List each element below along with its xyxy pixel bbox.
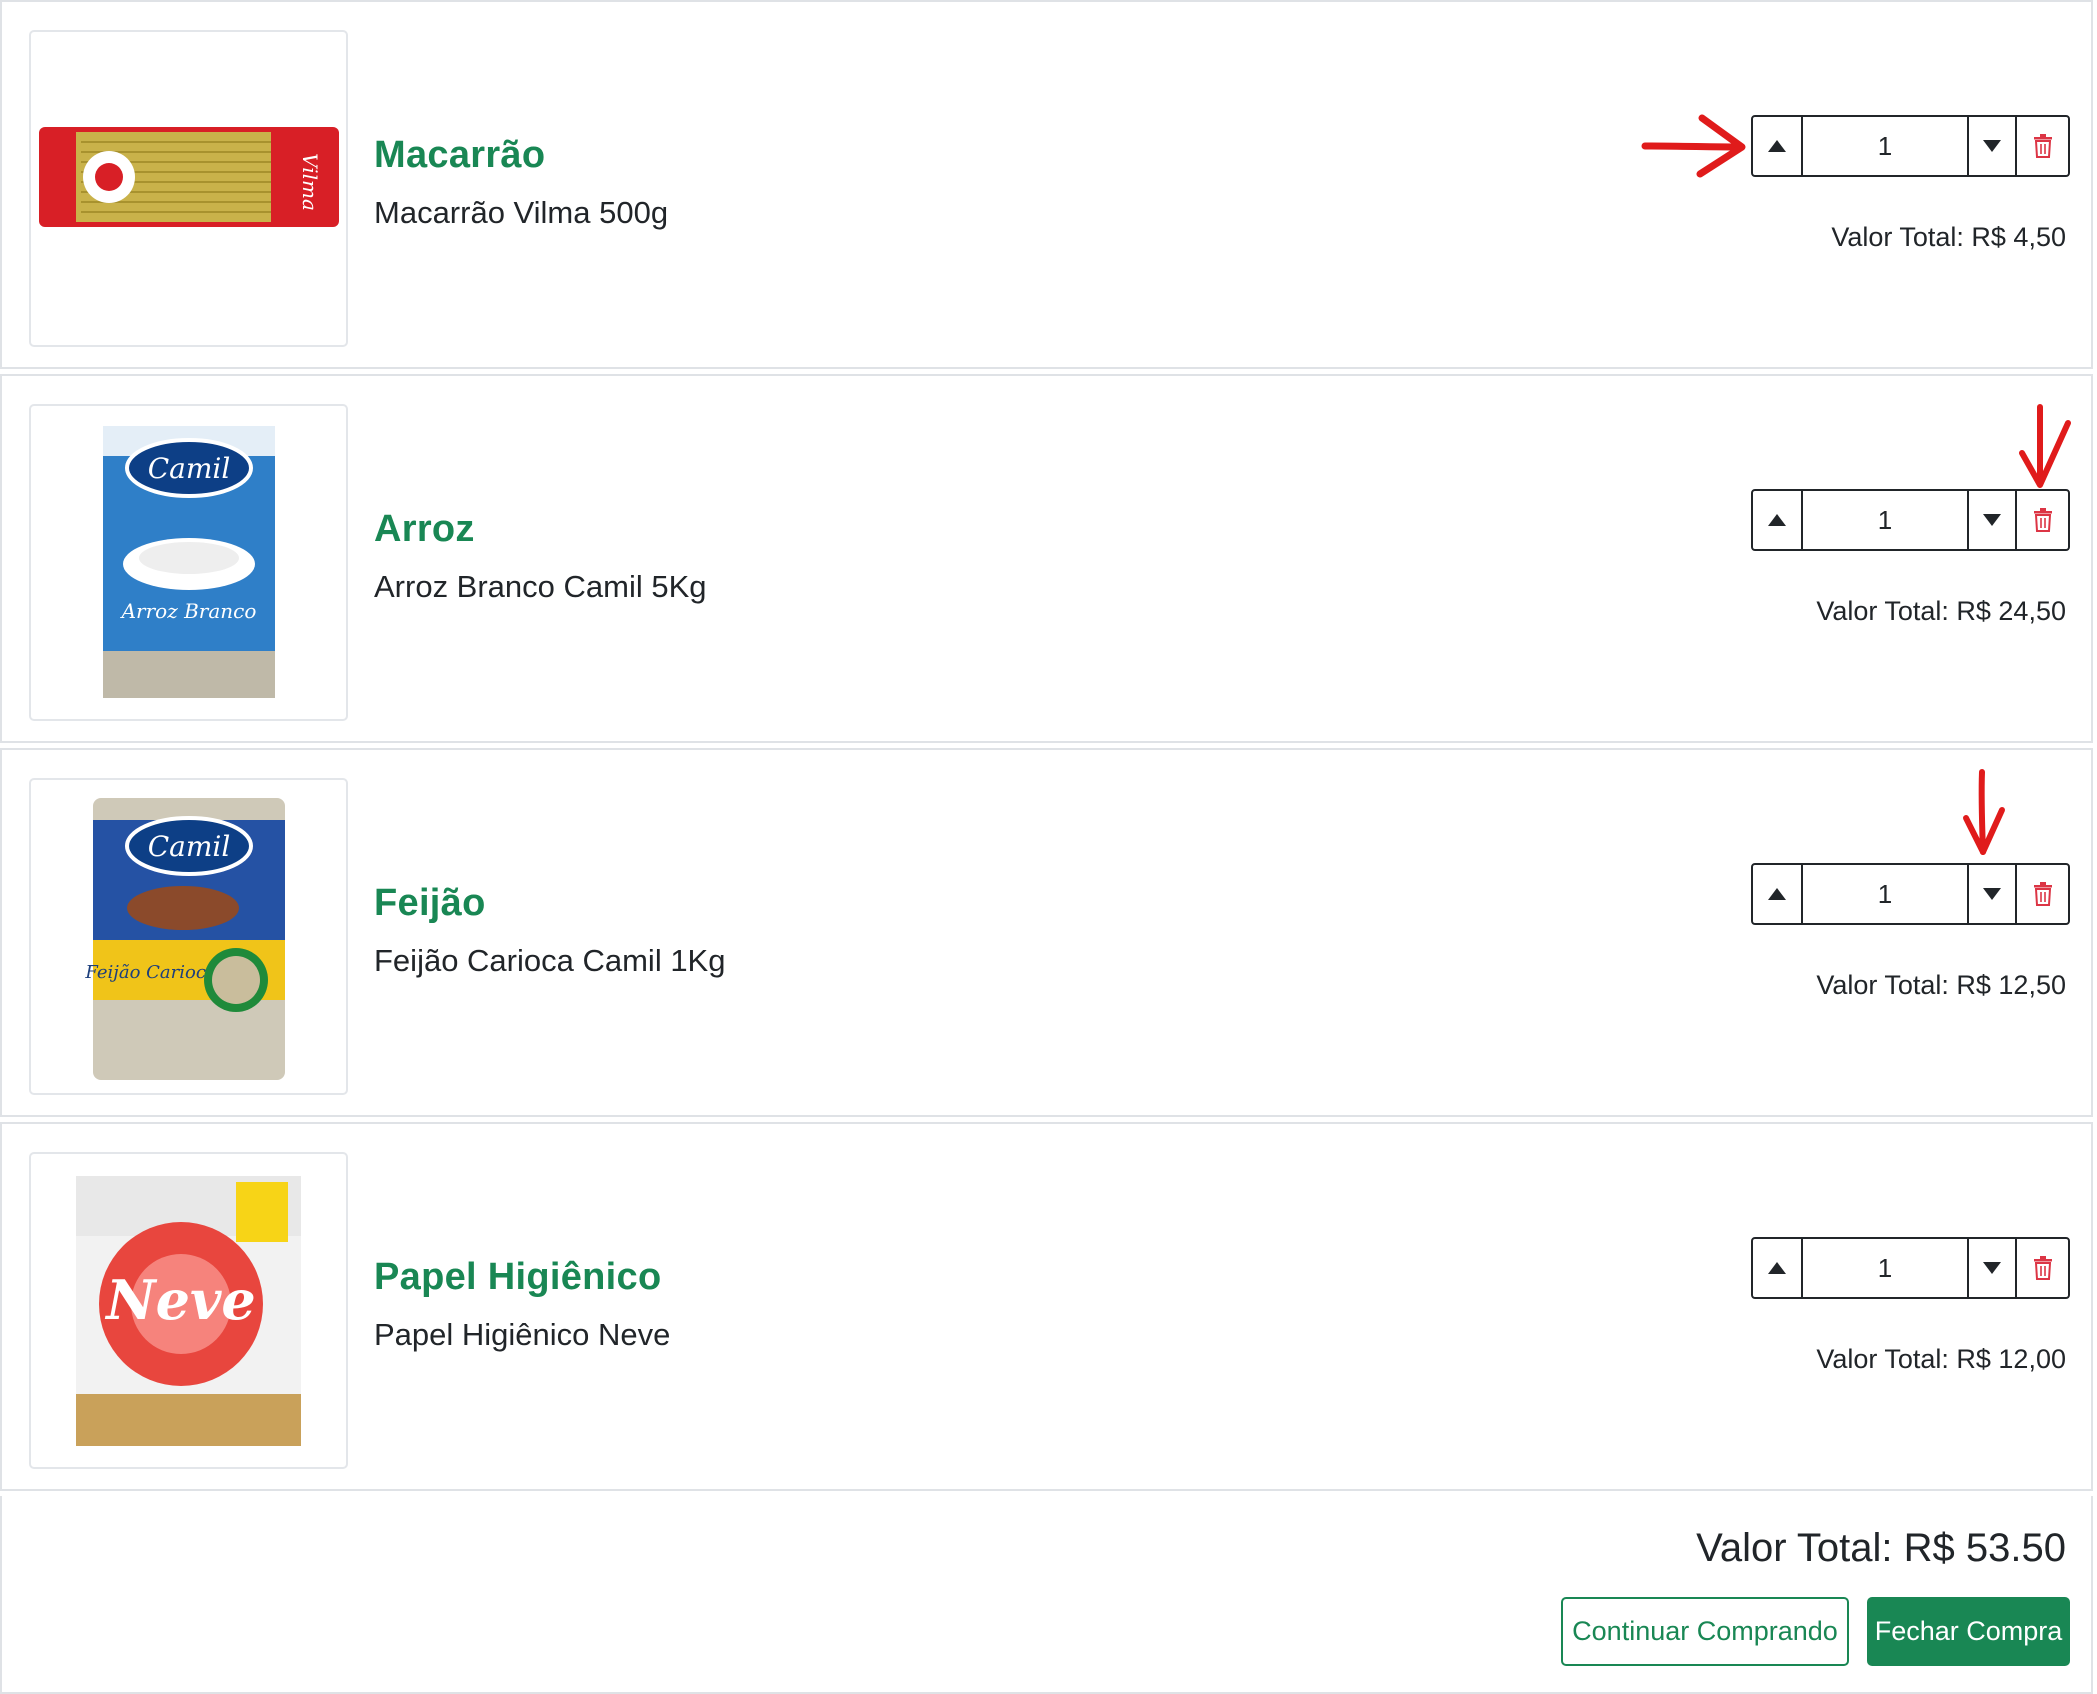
trash-icon	[2033, 1256, 2052, 1280]
product-description: Macarrão Vilma 500g	[374, 195, 669, 230]
product-image-macarrao: Vilma	[29, 30, 348, 347]
decrease-quantity-button[interactable]	[1967, 117, 2017, 175]
decrease-quantity-button[interactable]	[1967, 865, 2017, 923]
svg-text:Vilma: Vilma	[298, 153, 322, 211]
decrease-quantity-button[interactable]	[1967, 491, 2017, 549]
remove-item-button[interactable]	[2017, 117, 2068, 175]
cart-item-feijao: Camil Feijão Carioca Feijão Feijão Cario…	[0, 748, 2093, 1117]
product-title: Feijão	[374, 882, 486, 924]
remove-item-button[interactable]	[2017, 491, 2068, 549]
increase-quantity-button[interactable]	[1753, 491, 1803, 549]
remove-item-button[interactable]	[2017, 1239, 2068, 1297]
trash-icon	[2033, 508, 2052, 532]
caret-up-icon	[1768, 888, 1786, 900]
product-description: Arroz Branco Camil 5Kg	[374, 569, 707, 604]
checkout-button[interactable]: Fechar Compra	[1867, 1597, 2070, 1666]
caret-up-icon	[1768, 514, 1786, 526]
quantity-value[interactable]: 1	[1803, 1239, 1967, 1297]
svg-text:Feijão Carioca: Feijão Carioca	[84, 962, 216, 983]
shopping-cart: Vilma Macarrão Macarrão Vilma 500g 1 Val…	[0, 0, 2097, 1694]
product-image-arroz: Camil Arroz Branco	[29, 404, 348, 721]
trash-icon	[2033, 134, 2052, 158]
svg-text:Camil: Camil	[148, 452, 231, 485]
caret-up-icon	[1768, 140, 1786, 152]
caret-down-icon	[1983, 514, 2001, 526]
svg-text:Camil: Camil	[148, 830, 231, 863]
increase-quantity-button[interactable]	[1753, 1239, 1803, 1297]
quantity-stepper: 1	[1751, 863, 2070, 925]
svg-text:Arroz Branco: Arroz Branco	[120, 599, 257, 623]
trash-icon	[2033, 882, 2052, 906]
item-total: Valor Total: R$ 12,00	[1816, 1344, 2066, 1374]
quantity-stepper: 1	[1751, 489, 2070, 551]
remove-item-button[interactable]	[2017, 865, 2068, 923]
product-title: Papel Higiênico	[374, 1256, 662, 1298]
item-total: Valor Total: R$ 24,50	[1816, 596, 2066, 626]
cart-summary: Valor Total: R$ 53.50 Continuar Comprand…	[0, 1496, 2093, 1694]
product-description: Feijão Carioca Camil 1Kg	[374, 943, 726, 978]
product-image-papel-higienico: Neve	[29, 1152, 348, 1469]
product-image-feijao: Camil Feijão Carioca	[29, 778, 348, 1095]
caret-down-icon	[1983, 888, 2001, 900]
product-title: Macarrão	[374, 134, 546, 176]
item-total: Valor Total: R$ 12,50	[1816, 970, 2066, 1000]
quantity-value[interactable]: 1	[1803, 865, 1967, 923]
caret-down-icon	[1983, 140, 2001, 152]
caret-up-icon	[1768, 1262, 1786, 1274]
quantity-value[interactable]: 1	[1803, 117, 1967, 175]
caret-down-icon	[1983, 1262, 2001, 1274]
svg-text:Neve: Neve	[104, 1268, 255, 1332]
quantity-value[interactable]: 1	[1803, 491, 1967, 549]
grand-total: Valor Total: R$ 53.50	[1696, 1526, 2066, 1570]
decrease-quantity-button[interactable]	[1967, 1239, 2017, 1297]
increase-quantity-button[interactable]	[1753, 865, 1803, 923]
cart-item-macarrao: Vilma Macarrão Macarrão Vilma 500g 1 Val…	[0, 0, 2093, 369]
quantity-stepper: 1	[1751, 1237, 2070, 1299]
item-total: Valor Total: R$ 4,50	[1831, 222, 2066, 252]
product-description: Papel Higiênico Neve	[374, 1317, 671, 1352]
continue-shopping-button[interactable]: Continuar Comprando	[1561, 1597, 1849, 1666]
product-title: Arroz	[374, 508, 475, 550]
cart-item-arroz: Camil Arroz Branco Arroz Arroz Branco Ca…	[0, 374, 2093, 743]
increase-quantity-button[interactable]	[1753, 117, 1803, 175]
cart-item-papel-higienico: Neve Papel Higiênico Papel Higiênico Nev…	[0, 1122, 2093, 1491]
quantity-stepper: 1	[1751, 115, 2070, 177]
